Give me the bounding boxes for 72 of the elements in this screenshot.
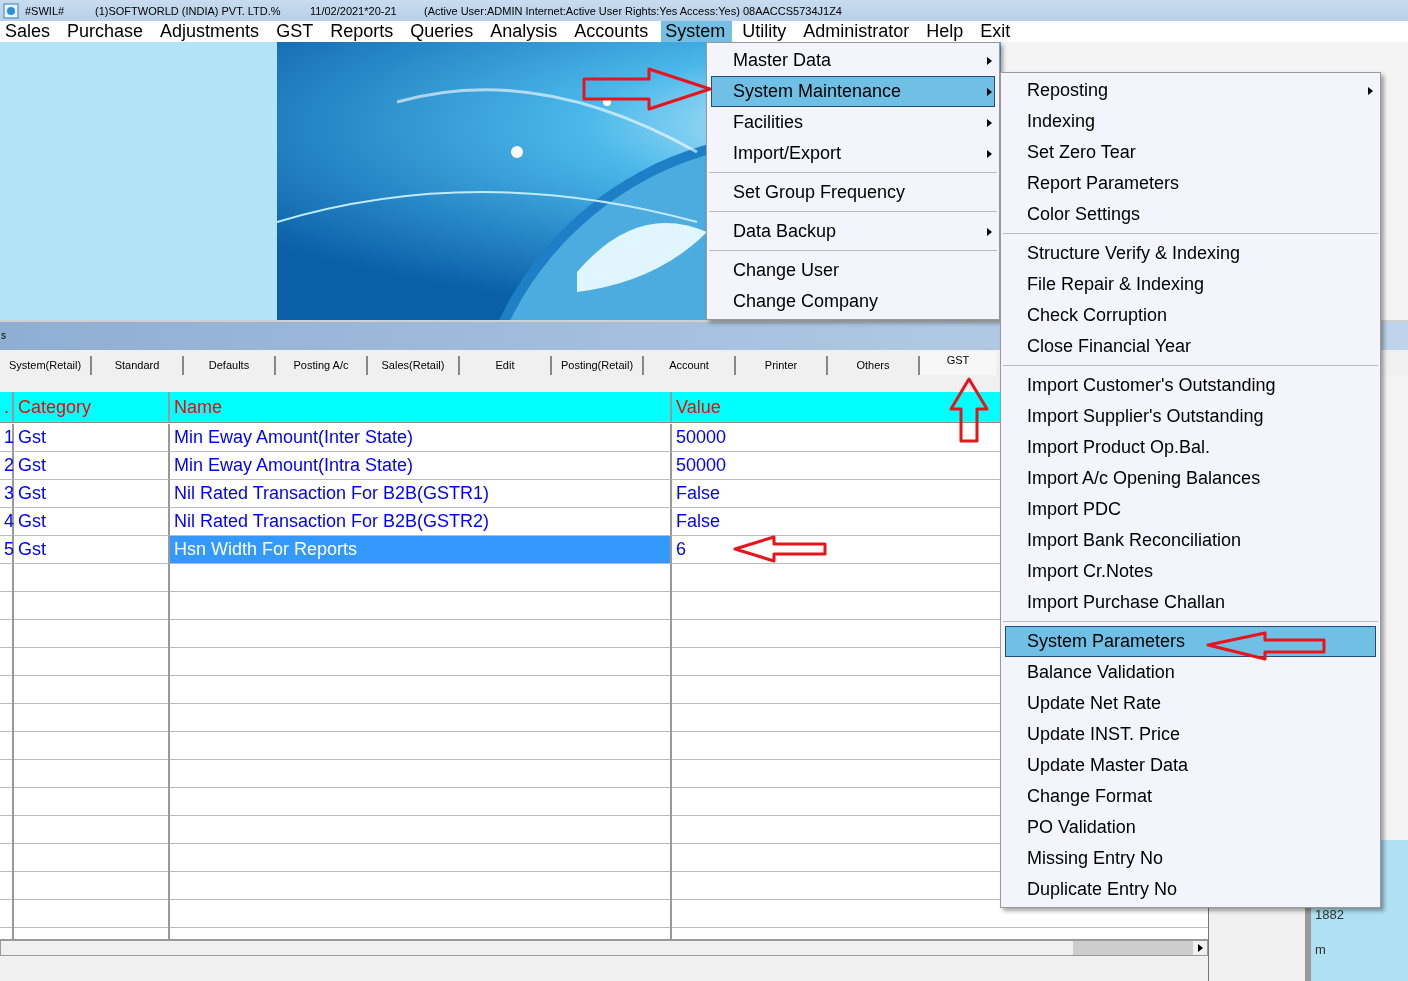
menu-item[interactable]: PO Validation <box>1005 812 1376 843</box>
app-name: #SWIL# <box>25 4 66 17</box>
menu-bar-item[interactable]: Accounts <box>570 21 656 42</box>
panel-text: m <box>1315 942 1327 957</box>
table-cell: Gst <box>14 480 170 508</box>
menu-bar-item[interactable]: Exit <box>976 21 1018 42</box>
row-number: 5 <box>0 536 14 564</box>
menu-bar-item[interactable]: GST <box>272 21 321 42</box>
menu-bar-item[interactable]: Analysis <box>486 21 565 42</box>
row-number: 4 <box>0 508 14 536</box>
tab[interactable]: System(Retail) <box>0 356 92 375</box>
column-header: . <box>0 392 14 422</box>
menu-item[interactable]: Change User <box>711 255 995 286</box>
status-text: (Active User:ADMIN Internet:Active User Rights:Yes Access:Yes) 08AACCS5734J1Z4 <box>424 4 842 17</box>
menu-item[interactable]: Set Group Frequency <box>711 177 995 208</box>
tab[interactable]: Printer <box>736 356 828 375</box>
table-cell: Gst <box>14 452 170 480</box>
menu-item[interactable]: Indexing <box>1005 106 1376 137</box>
tab[interactable]: Edit <box>460 356 552 375</box>
menu-item[interactable]: File Repair & Indexing <box>1005 269 1376 300</box>
column-header: Category <box>14 392 170 422</box>
menu-bar-item[interactable]: Utility <box>738 21 794 42</box>
table-cell[interactable]: Nil Rated Transaction For B2B(GSTR1) <box>170 480 672 508</box>
menu-item[interactable]: Update Net Rate <box>1005 688 1376 719</box>
menu-item[interactable]: Update Master Data <box>1005 750 1376 781</box>
menu-item[interactable]: Import/Export <box>711 138 995 169</box>
menu-item[interactable]: Master Data <box>711 45 995 76</box>
app-icon <box>3 2 19 19</box>
menu-item[interactable]: Structure Verify & Indexing <box>1005 238 1376 269</box>
tab[interactable]: Account <box>644 356 736 375</box>
tab[interactable]: Defaults <box>184 356 276 375</box>
session-date: 11/02/2021*20-21 <box>310 4 398 17</box>
menu-item[interactable]: Color Settings <box>1005 199 1376 230</box>
tab[interactable]: Posting A/c <box>276 356 368 375</box>
column-header: Name <box>170 392 672 422</box>
table-cell: Gst <box>14 424 170 452</box>
menu-item[interactable]: Report Parameters <box>1005 168 1376 199</box>
menu-item[interactable]: Duplicate Entry No <box>1005 874 1376 905</box>
company-name: (1)SOFTWORLD (INDIA) PVT. LTD.% <box>95 4 282 17</box>
panel-text: 1882 <box>1315 907 1345 922</box>
row-number: 2 <box>0 452 14 480</box>
menu-item[interactable]: Missing Entry No <box>1005 843 1376 874</box>
menu-bar-item[interactable]: Queries <box>406 21 481 42</box>
table-cell: Gst <box>14 508 170 536</box>
menu-bar-item[interactable]: System <box>661 21 733 42</box>
menu-item[interactable]: Change Company <box>711 286 995 317</box>
table-cell[interactable]: Min Eway Amount(Intra State) <box>170 452 672 480</box>
horizontal-scrollbar[interactable] <box>0 940 1208 956</box>
menu-item[interactable]: Update INST. Price <box>1005 719 1376 750</box>
menu-bar-item[interactable]: Purchase <box>63 21 151 42</box>
menu-item[interactable]: Reposting <box>1005 75 1376 106</box>
annotation-arrow <box>948 376 990 444</box>
tab[interactable]: Standard <box>92 356 184 375</box>
row-number: 3 <box>0 480 14 508</box>
menu-bar-item[interactable]: Reports <box>326 21 401 42</box>
tab[interactable]: GST <box>920 351 996 375</box>
menu-item[interactable]: System Parameters <box>1005 626 1376 657</box>
menu-bar-item[interactable]: Adjustments <box>156 21 267 42</box>
menu-bar-item[interactable]: Administrator <box>799 21 917 42</box>
menu-bar-item[interactable]: Help <box>922 21 971 42</box>
table-cell[interactable]: Min Eway Amount(Inter State) <box>170 424 672 452</box>
tab[interactable]: Posting(Retail) <box>552 356 644 375</box>
tab[interactable]: Sales(Retail) <box>368 356 460 375</box>
menu-item[interactable]: Balance Validation <box>1005 657 1376 688</box>
menu-item[interactable]: Data Backup <box>711 216 995 247</box>
menu-bar-item[interactable]: Sales <box>1 21 58 42</box>
menu-item[interactable]: Import Purchase Challan <box>1005 587 1376 618</box>
row-number: 1 <box>0 424 14 452</box>
menu-item[interactable]: Set Zero Tear <box>1005 137 1376 168</box>
menu-item[interactable]: Change Format <box>1005 781 1376 812</box>
menu-item[interactable]: System Maintenance <box>711 76 995 107</box>
menu-item[interactable]: Facilities <box>711 107 995 138</box>
